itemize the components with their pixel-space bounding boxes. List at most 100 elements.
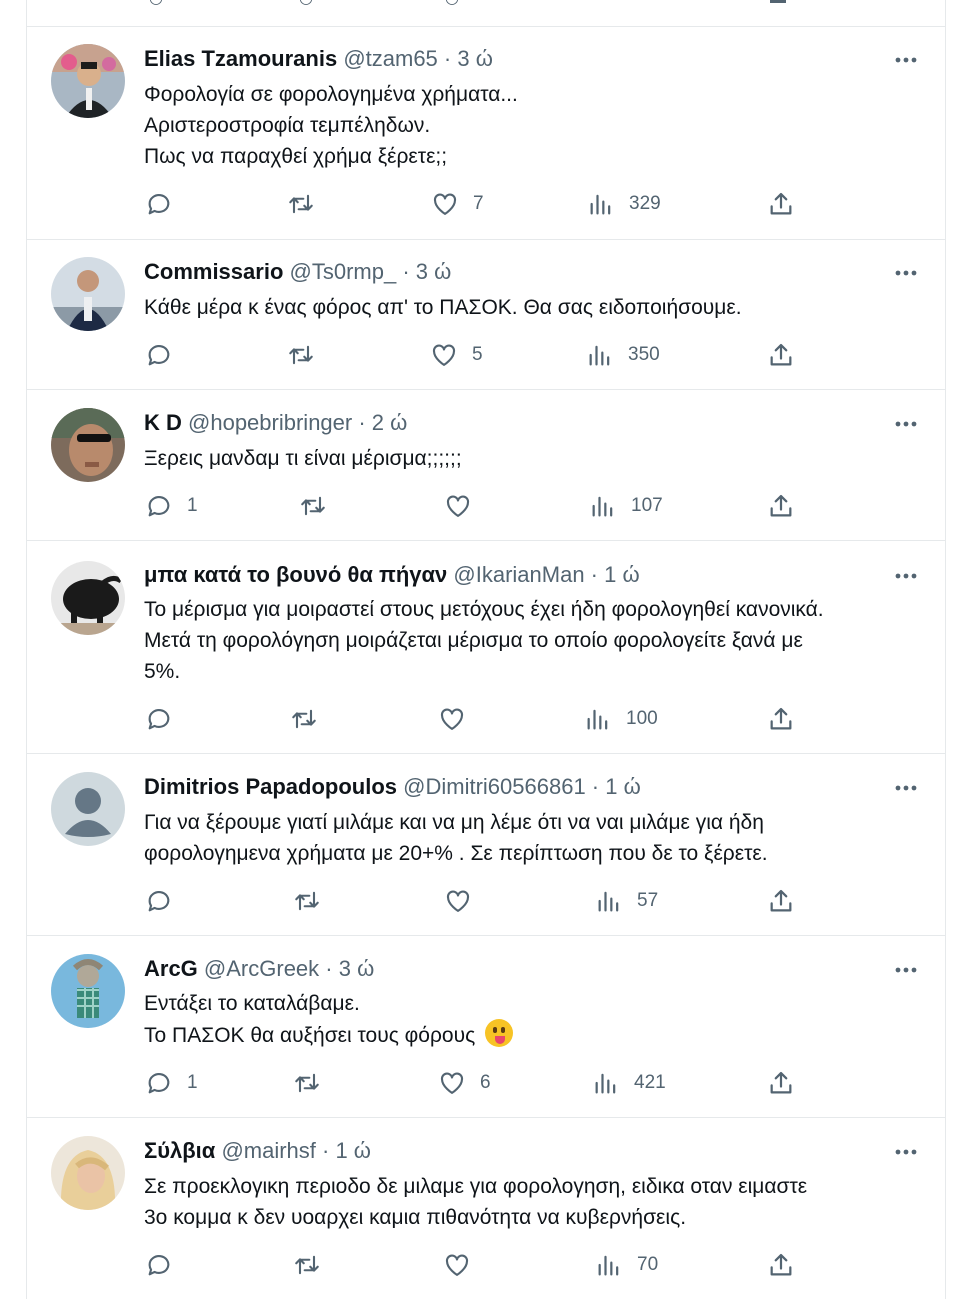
reply-button[interactable] [145,188,187,220]
retweet-button[interactable] [287,339,329,371]
views-icon [598,891,619,912]
avatar[interactable] [51,561,125,635]
reply-button[interactable]: 1 [145,490,198,522]
views-button[interactable]: 421 [592,1067,666,1099]
retweet-icon [292,709,316,729]
face-with-tongue-emoji [485,1019,514,1047]
heart-icon[interactable]: ◡ [445,0,467,6]
tweet-header: K D @hopebribringer · 2 ώ [144,408,407,438]
views-icon[interactable]: ╵ [597,0,619,6]
more-icon[interactable] [893,411,919,437]
timestamp[interactable]: · 2 ώ [352,410,407,435]
tweet[interactable]: Σύλβια @mairhsf · 1 ώ Σε προεκλογικη περ… [27,1118,945,1299]
tweet[interactable]: ArcG @ArcGreek · 3 ώ Εντάξει το καταλάβα… [27,936,945,1118]
tweet-text: Εντάξει το καταλάβαμε. Το ΠΑΣΟΚ θα αυξήσ… [144,988,924,1051]
display-name[interactable]: ArcG [144,956,198,981]
view-count: 421 [634,1072,666,1093]
timestamp[interactable]: · 1 ώ [585,562,640,587]
display-name[interactable]: K D [144,410,182,435]
timestamp[interactable]: · 3 ώ [438,46,493,71]
like-button[interactable] [443,1249,485,1281]
heart-icon [433,193,457,215]
reply-count: 1 [187,1072,198,1093]
user-handle[interactable]: @tzam65 [343,46,437,71]
retweet-button[interactable] [287,188,329,220]
display-name[interactable]: Σύλβια [144,1138,215,1163]
retweet-button[interactable] [299,490,341,522]
timestamp[interactable]: · 1 ώ [586,774,641,799]
more-icon[interactable] [893,957,919,983]
tweet[interactable]: μπα κατά το βουνό θα πήγαν @IkarianMan ·… [27,541,945,754]
display-name[interactable]: Elias Tzamouranis [144,46,337,71]
display-name[interactable]: Dimitrios Papadopoulos [144,774,397,799]
user-handle[interactable]: @ArcGreek [204,956,319,981]
retweet-button[interactable] [293,1249,335,1281]
more-icon[interactable] [893,260,919,286]
like-button[interactable] [444,885,486,917]
retweet-button[interactable] [293,885,335,917]
reply-button[interactable] [145,339,187,371]
views-icon [598,1255,619,1276]
view-count: 100 [626,708,658,729]
share-button[interactable] [767,490,795,522]
retweet-button[interactable] [293,1067,335,1099]
like-button[interactable]: 6 [438,1067,491,1099]
tweet-text-line: Ξερεις μανδαμ τι είναι μέρισμα;;;;;; [144,447,462,470]
like-button[interactable] [438,703,480,735]
views-icon [589,345,610,366]
more-icon[interactable] [893,563,919,589]
share-button[interactable] [767,1067,795,1099]
timestamp[interactable]: · 1 ώ [316,1138,371,1163]
retweet-icon[interactable]: ◡ [299,0,321,6]
tweet[interactable]: K D @hopebribringer · 2 ώ Ξερεις μανδαμ … [27,390,945,541]
views-button[interactable]: 100 [584,703,658,735]
reply-icon[interactable]: ◡ [149,0,171,6]
share-button[interactable] [767,1249,795,1281]
user-handle[interactable]: @mairhsf [221,1138,315,1163]
views-icon [590,194,611,215]
more-icon[interactable] [893,1139,919,1165]
avatar[interactable] [51,44,125,118]
more-icon[interactable] [893,47,919,73]
retweet-icon [295,1255,319,1275]
avatar[interactable] [51,257,125,331]
user-handle[interactable]: @hopebribringer [188,410,352,435]
display-name[interactable]: Commissario [144,259,283,284]
more-icon[interactable] [893,775,919,801]
views-button[interactable]: 70 [595,1249,658,1281]
like-button[interactable]: 5 [430,339,483,371]
tweet[interactable]: Dimitrios Papadopoulos @Dimitri60566861 … [27,754,945,936]
views-button[interactable]: 329 [587,188,661,220]
reply-button[interactable] [145,703,187,735]
share-button[interactable] [767,188,795,220]
timestamp[interactable]: · 3 ώ [396,259,451,284]
reply-button[interactable] [145,885,187,917]
share-button[interactable] [767,703,795,735]
share-icon[interactable]: ▬ [770,0,792,6]
display-name[interactable]: μπα κατά το βουνό θα πήγαν [144,562,447,587]
like-button[interactable]: 7 [431,188,484,220]
timestamp[interactable]: · 3 ώ [319,956,374,981]
avatar[interactable] [51,772,125,846]
views-button[interactable]: 57 [595,885,658,917]
tweet[interactable]: Elias Tzamouranis @tzam65 · 3 ώ Φορολογί… [27,27,945,240]
reply-button[interactable]: 1 [145,1067,198,1099]
views-button[interactable]: 350 [586,339,660,371]
share-button[interactable] [767,339,795,371]
user-handle[interactable]: @Ts0rmp_ [290,259,397,284]
user-handle[interactable]: @Dimitri60566861 [403,774,586,799]
retweet-button[interactable] [290,703,332,735]
reply-button[interactable] [145,1249,187,1281]
retweet-icon [289,194,313,214]
tweet-text: Κάθε μέρα κ ένας φόρος απ' το ΠΑΣΟΚ. Θα … [144,292,924,323]
avatar[interactable] [51,408,125,482]
like-button[interactable] [444,490,486,522]
heart-icon [440,708,464,730]
share-button[interactable] [767,885,795,917]
views-button[interactable]: 107 [589,490,663,522]
tweet[interactable]: Commissario @Ts0rmp_ · 3 ώ Κάθε μέρα κ έ… [27,240,945,390]
avatar[interactable] [51,1136,125,1210]
share-icon [770,192,792,215]
avatar[interactable] [51,954,125,1028]
user-handle[interactable]: @IkarianMan [453,562,584,587]
